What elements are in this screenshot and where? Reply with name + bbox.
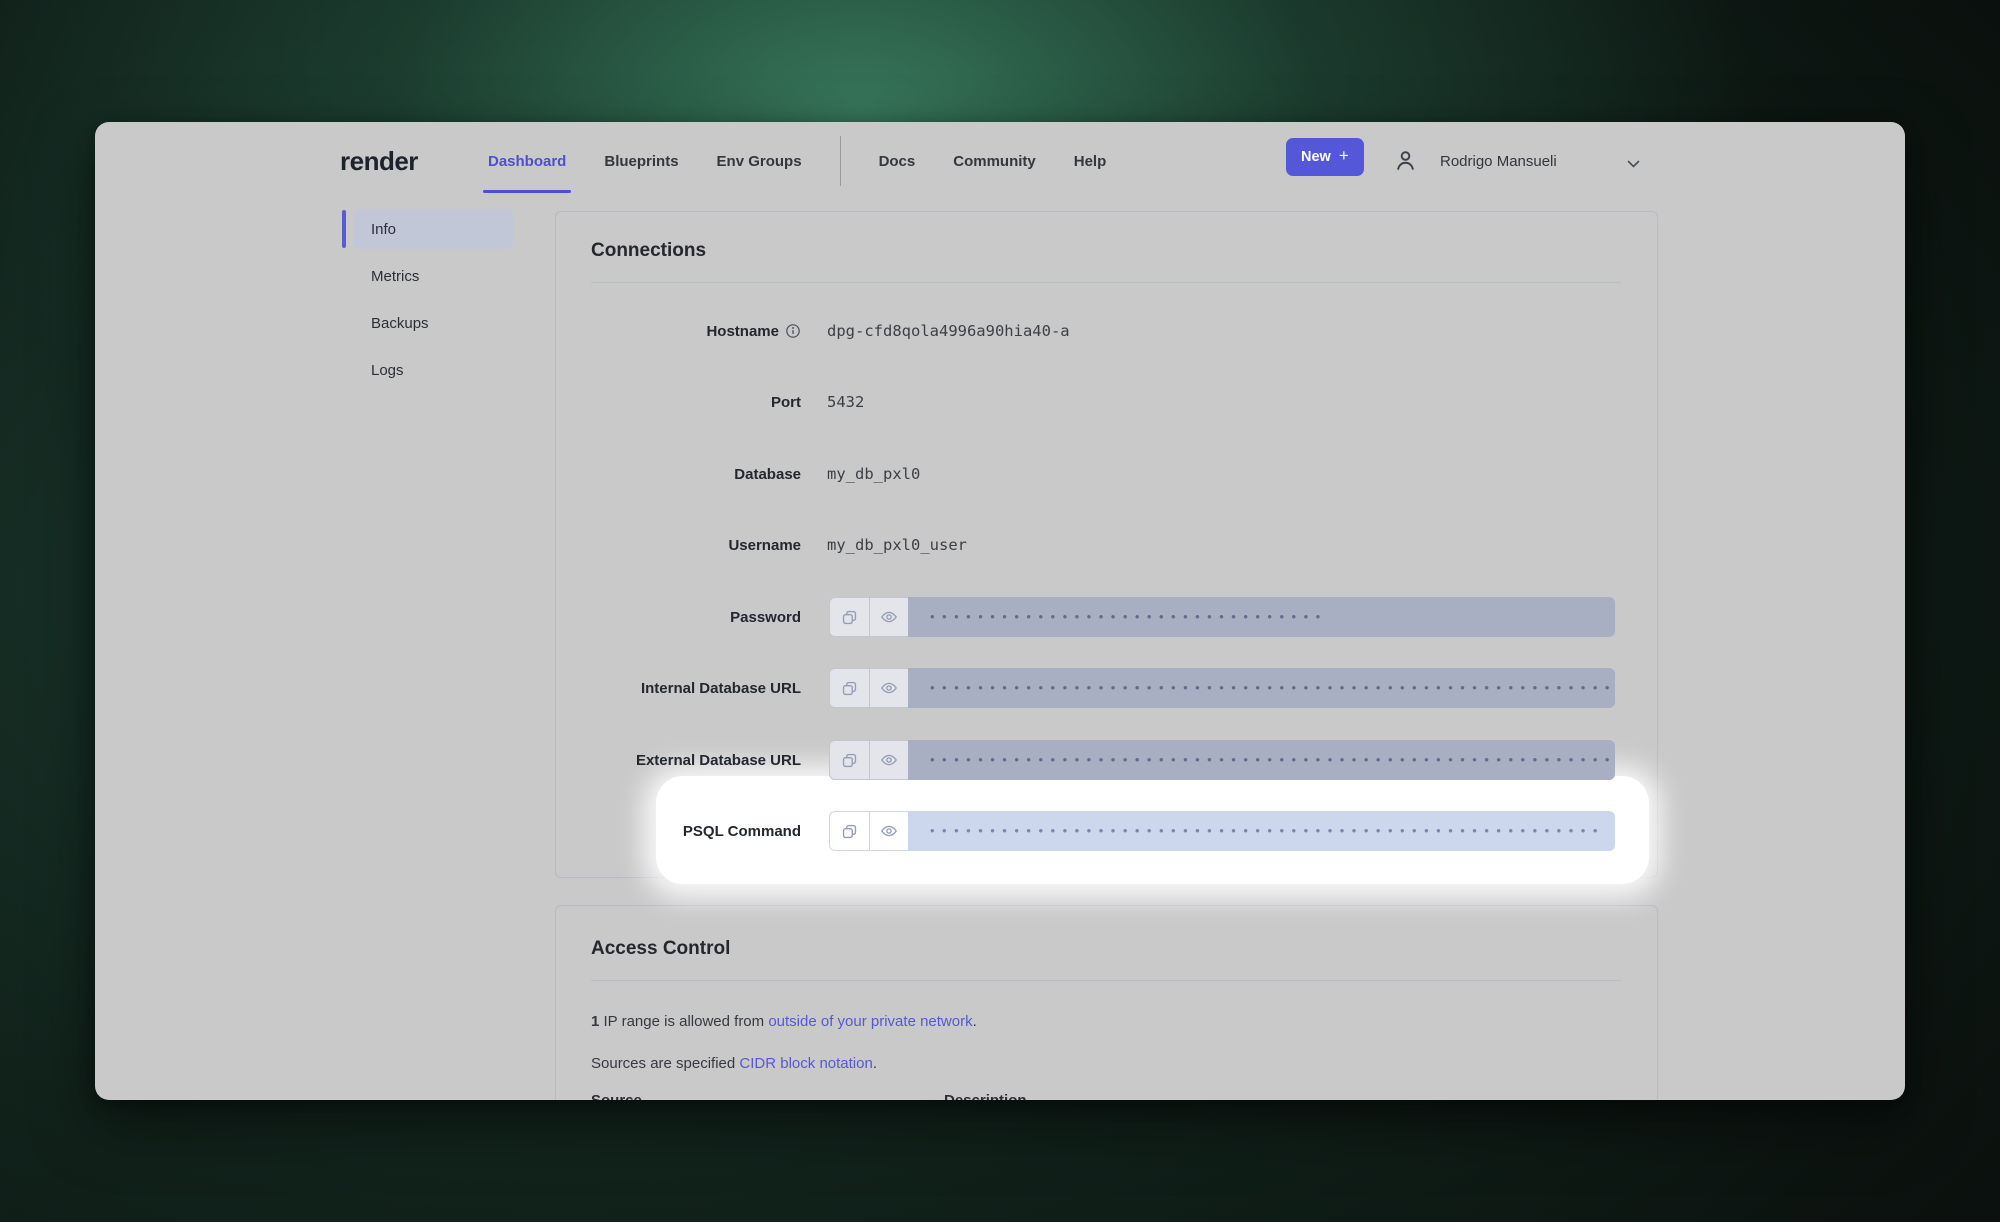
field-label: Username [728, 537, 801, 554]
eye-icon[interactable] [869, 812, 909, 850]
nav-item-help[interactable]: Help [1074, 122, 1107, 200]
masked-value[interactable]: ••••••••••••••••••••••••••••••••••••••••… [908, 811, 1615, 851]
field-value: my_db_pxl0 [827, 454, 920, 494]
field-value: dpg-cfd8qola4996a90hia40-a [827, 311, 1070, 351]
connection-row-database: Database my_db_pxl0 [556, 454, 1657, 494]
copy-icon[interactable] [830, 598, 869, 636]
copy-icon[interactable] [830, 741, 869, 779]
masked-value[interactable]: ••••••••••••••••••••••••••••••••• [908, 597, 1615, 637]
access-control-panel: Access Control 1 IP range is allowed fro… [555, 905, 1658, 1100]
eye-icon[interactable] [869, 741, 909, 779]
eye-icon[interactable] [869, 598, 909, 636]
connection-row-psql-command: PSQL Command ••••••••••••••••••••••••••••… [556, 811, 1657, 851]
masked-field: ••••••••••••••••••••••••••••••••• [829, 597, 1615, 637]
field-label: External Database URL [636, 752, 801, 769]
nav-item-env-groups[interactable]: Env Groups [717, 122, 802, 200]
copy-icon[interactable] [830, 812, 869, 850]
sidebar: Info Metrics Backups Logs [342, 209, 513, 397]
sidebar-item-logs[interactable]: Logs [354, 350, 513, 390]
masked-field: ••••••••••••••••••••••••••••••••••••••••… [829, 740, 1615, 780]
sidebar-item-metrics[interactable]: Metrics [354, 256, 513, 296]
connection-row-password: Password ••••••••••••••••••••••••••••••••… [556, 597, 1657, 637]
access-control-title: Access Control [591, 938, 730, 960]
field-actions [829, 597, 908, 637]
render-logo: render [340, 122, 418, 200]
nav-item-docs[interactable]: Docs [879, 122, 916, 200]
nav-item-dashboard[interactable]: Dashboard [488, 122, 566, 200]
divider [591, 282, 1621, 283]
field-label: Password [730, 609, 801, 626]
app-window: render Dashboard Blueprints Env Groups Docs… [95, 122, 1905, 1100]
divider [591, 980, 1621, 981]
user-name[interactable]: Rodrigo Mansueli [1440, 122, 1557, 200]
nav-separator [840, 136, 841, 186]
connection-row-external-database-url: External Database URL •••••••••••••••••••… [556, 740, 1657, 780]
private-network-link[interactable]: outside of your private network [768, 1013, 972, 1030]
info-icon[interactable] [785, 323, 801, 339]
connections-panel: Connections Hostname dpg-cfd8qola4996a90h… [555, 211, 1658, 878]
field-label: Hostname [706, 323, 779, 340]
description-column-header: Description [944, 1092, 1027, 1100]
cidr-notation-link[interactable]: CIDR block notation [739, 1055, 872, 1072]
connections-title: Connections [591, 240, 706, 262]
sidebar-item-info[interactable]: Info [354, 209, 513, 249]
ip-range-text: 1 IP range is allowed from outside of yo… [591, 1009, 977, 1033]
connection-row-hostname: Hostname dpg-cfd8qola4996a90hia40-a [556, 311, 1657, 351]
copy-icon[interactable] [830, 669, 869, 707]
field-actions [829, 740, 908, 780]
top-nav: render Dashboard Blueprints Env Groups Docs… [95, 122, 1905, 200]
field-actions [829, 811, 908, 851]
new-button[interactable]: New + [1286, 138, 1364, 176]
field-actions [829, 668, 908, 708]
sources-text: Sources are specified CIDR block notatio… [591, 1051, 877, 1075]
plus-icon: + [1339, 146, 1349, 166]
sidebar-item-backups[interactable]: Backups [354, 303, 513, 343]
field-label: Internal Database URL [641, 680, 801, 697]
field-label: Database [734, 466, 801, 483]
connection-row-port: Port 5432 [556, 382, 1657, 422]
connection-row-username: Username my_db_pxl0_user [556, 525, 1657, 565]
new-button-label: New [1301, 149, 1331, 165]
nav-item-community[interactable]: Community [953, 122, 1036, 200]
nav-links: Dashboard Blueprints Env Groups Docs Communi… [488, 122, 1106, 200]
chevron-down-icon[interactable] [1627, 156, 1640, 174]
masked-value[interactable]: ••••••••••••••••••••••••••••••••••••••••… [908, 740, 1615, 780]
field-value: 5432 [827, 382, 864, 422]
masked-field: ••••••••••••••••••••••••••••••••••••••••… [829, 811, 1615, 851]
field-label: Port [771, 394, 801, 411]
field-value: my_db_pxl0_user [827, 525, 967, 565]
connection-row-internal-database-url: Internal Database URL •••••••••••••••••••… [556, 668, 1657, 708]
person-icon[interactable] [1392, 147, 1419, 179]
nav-item-blueprints[interactable]: Blueprints [604, 122, 678, 200]
masked-value[interactable]: ••••••••••••••••••••••••••••••••••••••••… [908, 668, 1615, 708]
source-column-header: Source [591, 1092, 642, 1100]
field-label: PSQL Command [683, 823, 801, 840]
eye-icon[interactable] [869, 669, 909, 707]
masked-field: ••••••••••••••••••••••••••••••••••••••••… [829, 668, 1615, 708]
